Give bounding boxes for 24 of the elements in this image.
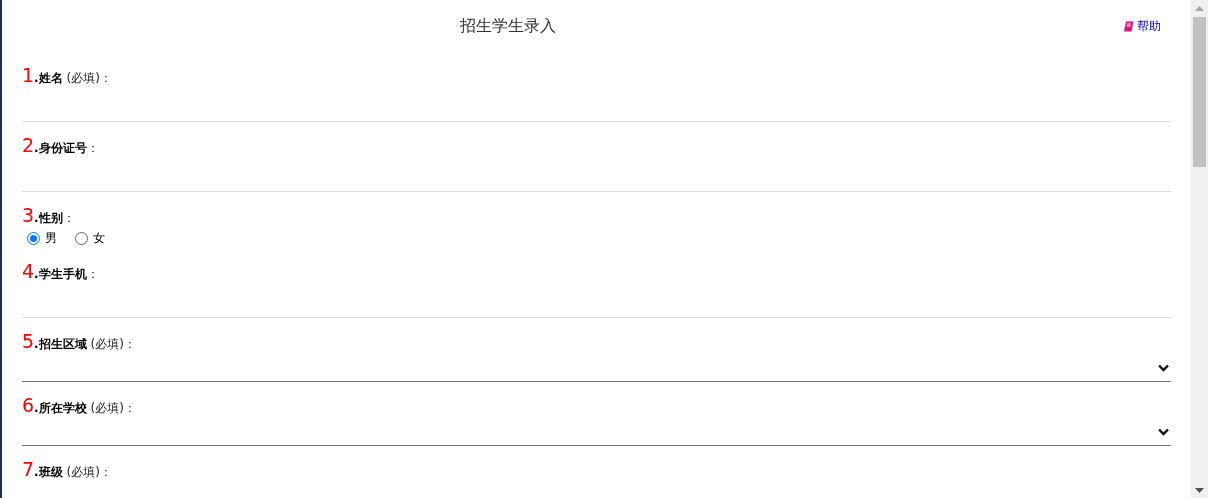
- radio-label: 男: [45, 229, 57, 247]
- chevron-icon: [1158, 363, 1169, 372]
- radio-label: 女: [93, 229, 105, 247]
- field-label: .学生手机：: [34, 266, 99, 283]
- scrollbar-thumb[interactable]: [1193, 17, 1206, 167]
- question-number: 7: [22, 458, 35, 480]
- page-title: 招生学生录入: [459, 15, 557, 37]
- scroll-up-icon[interactable]: [1195, 5, 1204, 11]
- help-link[interactable]: 帮助: [1123, 17, 1161, 35]
- scroll-down-icon[interactable]: [1195, 487, 1204, 493]
- field-label: .所在学校 (必填)：: [34, 400, 136, 417]
- question-number: 4: [22, 260, 35, 282]
- question-number: 3: [22, 204, 35, 226]
- book-icon: [1123, 20, 1134, 32]
- field-label: .姓名 (必填)：: [34, 70, 112, 87]
- question-number: 1: [22, 64, 35, 86]
- question-number: 2: [22, 134, 35, 156]
- field-label: .身份证号：: [34, 140, 99, 157]
- chevron-icon: [1158, 427, 1169, 436]
- question-number: 5: [22, 330, 35, 352]
- field-label: .班级 (必填)：: [34, 464, 112, 481]
- field-label: .性别：: [34, 210, 75, 227]
- question-number: 6: [22, 394, 35, 416]
- field-label: .招生区域 (必填)：: [34, 336, 136, 353]
